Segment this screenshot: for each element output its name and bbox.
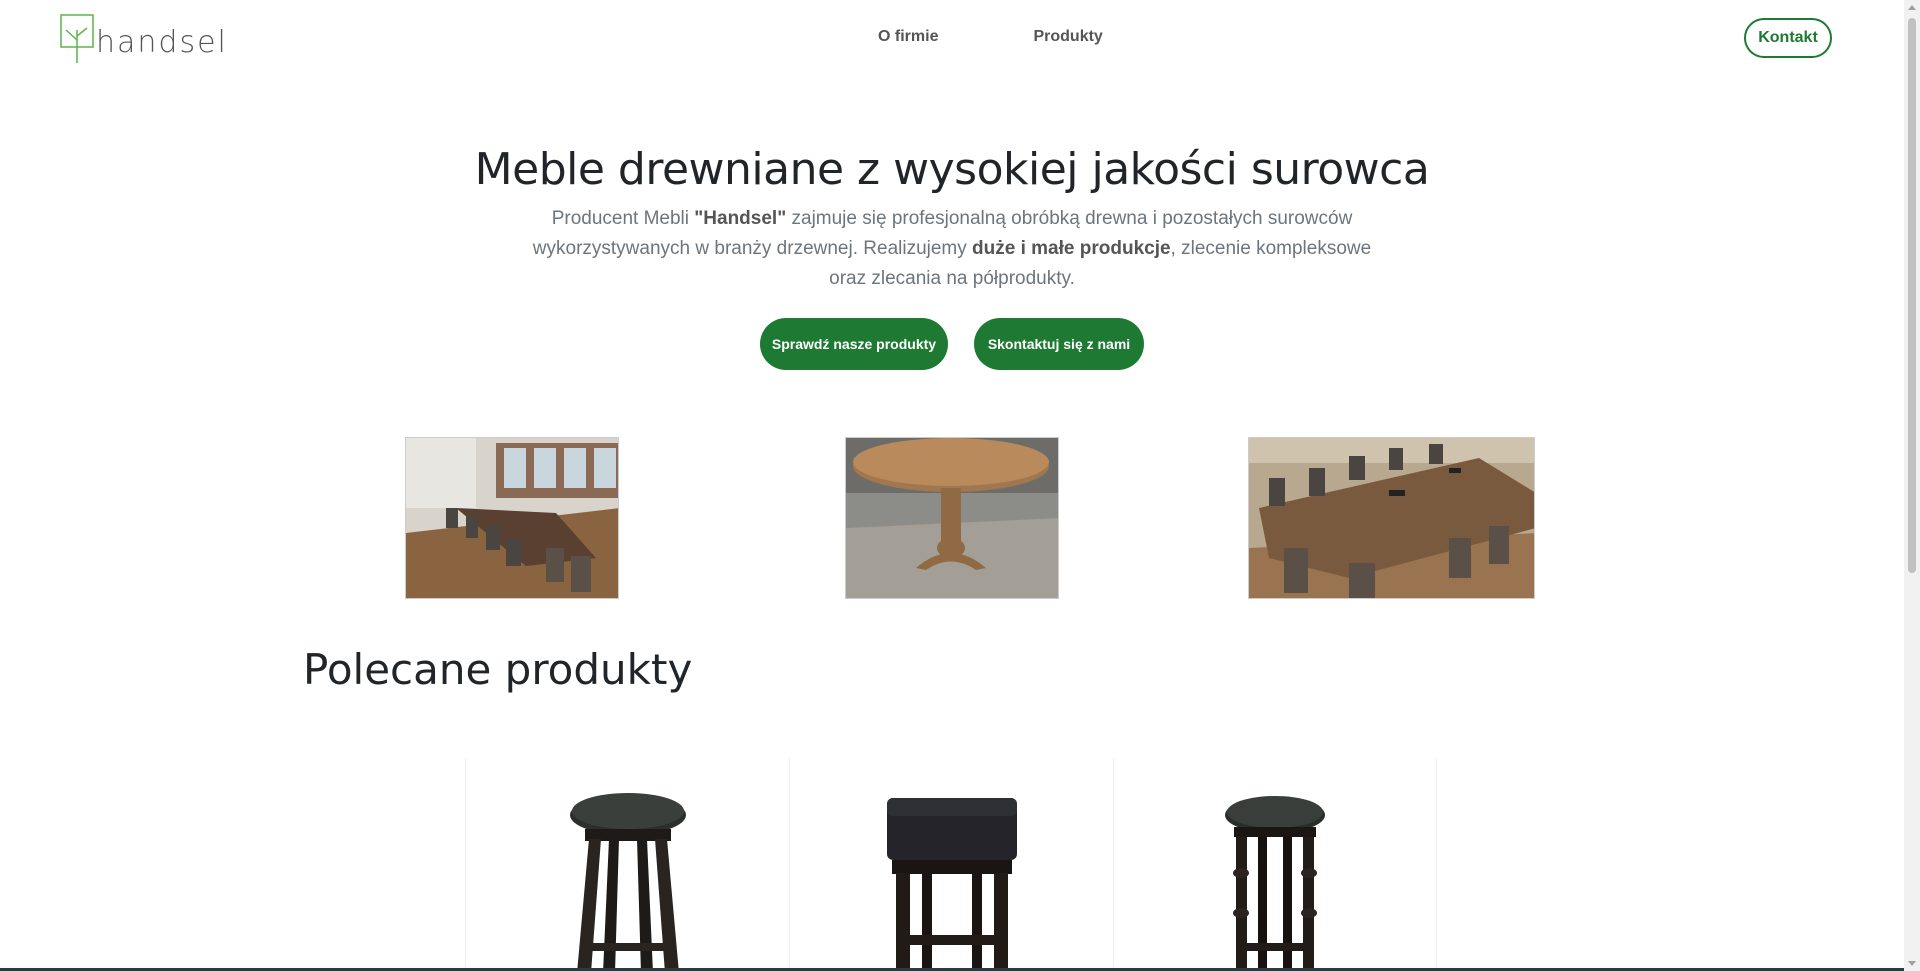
header: handsel O firmie Produkty Kontakt — [0, 0, 1904, 78]
gallery-image-round-table — [845, 437, 1059, 599]
hero-desc-text: Producent Mebli — [551, 208, 695, 229]
main-nav: O firmie Produkty — [878, 28, 1103, 46]
round-bar-stool-image — [569, 793, 686, 971]
turned-leg-stool-image — [1225, 796, 1325, 971]
contact-us-button[interactable]: Skontaktuj się z nami — [974, 318, 1144, 370]
hero: Meble drewniane z wysokiej jakości surow… — [0, 140, 1904, 370]
hero-desc-bold: duże i małe produkcje — [972, 238, 1171, 259]
nav-produkty[interactable]: Produkty — [1033, 28, 1102, 46]
contact-button[interactable]: Kontakt — [1744, 18, 1832, 58]
logo[interactable]: handsel — [60, 14, 228, 64]
scroll-down-arrow-icon[interactable] — [1908, 961, 1916, 966]
scroll-up-arrow-icon[interactable] — [1908, 5, 1916, 10]
vertical-scrollbar[interactable] — [1904, 0, 1920, 971]
gallery-image-conference-room — [405, 437, 619, 599]
nav-o-firmie[interactable]: O firmie — [878, 28, 938, 46]
tree-logo-icon — [60, 14, 94, 63]
upholstered-bar-stool-image — [886, 798, 1017, 971]
section-title: Polecane produkty — [303, 645, 693, 694]
hero-desc-brand: "Handsel" — [694, 208, 787, 229]
hero-description: Producent Mebli "Handsel" zajmuje się pr… — [512, 204, 1392, 294]
logo-text: handsel — [96, 25, 228, 60]
gallery-image-long-table — [1248, 437, 1535, 599]
hero-title: Meble drewniane z wysokiej jakości surow… — [474, 144, 1430, 195]
scrollbar-thumb[interactable] — [1908, 18, 1916, 573]
product-card[interactable] — [465, 758, 789, 971]
product-card[interactable] — [1113, 758, 1437, 971]
check-products-button[interactable]: Sprawdź nasze produkty — [760, 318, 948, 370]
product-list — [465, 758, 1437, 971]
product-card[interactable] — [789, 758, 1113, 971]
hero-buttons: Sprawdź nasze produkty Skontaktuj się z … — [0, 318, 1904, 370]
